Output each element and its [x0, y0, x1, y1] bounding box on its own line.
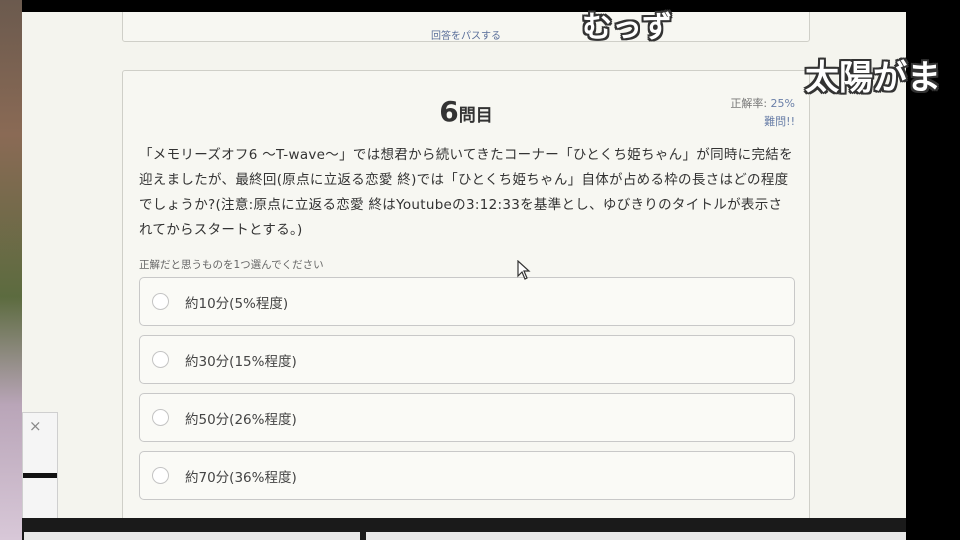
bottom-window-tab: [24, 532, 360, 540]
answer-option-label: 約50分(26%程度): [185, 412, 297, 428]
top-black-bar: [22, 0, 906, 12]
answer-option-label: 約30分(15%程度): [185, 354, 297, 370]
popup-divider: [23, 473, 57, 478]
radio-button-icon[interactable]: [152, 409, 169, 426]
accuracy-label: 正解率:: [730, 97, 768, 110]
radio-button-icon[interactable]: [152, 351, 169, 368]
radio-button-icon[interactable]: [152, 467, 169, 484]
answer-option-3[interactable]: 約50分(26%程度): [139, 393, 795, 442]
radio-button-icon[interactable]: [152, 293, 169, 310]
previous-question-card: 回答をパスする: [122, 12, 810, 42]
question-number: 6: [439, 95, 459, 128]
quiz-page: 回答をパスする 6問目 正解率: 25% 難問!! 「メモリーズオフ6 〜T-w…: [22, 12, 906, 518]
difficulty-badge: 難問!!: [764, 115, 795, 128]
question-card: 6問目 正解率: 25% 難問!! 「メモリーズオフ6 〜T-wave〜」では想…: [122, 70, 810, 518]
bottom-window-tab: [366, 532, 906, 540]
close-icon[interactable]: ×: [29, 417, 42, 435]
danmaku-comment: 太陽がま: [805, 58, 941, 98]
accuracy-info: 正解率: 25% 難問!!: [730, 95, 795, 131]
question-text: 「メモリーズオフ6 〜T-wave〜」では想君から続いてきたコーナー「ひとくち姫…: [139, 147, 793, 238]
answer-option-2[interactable]: 約30分(15%程度): [139, 335, 795, 384]
question-title: 6問目: [123, 95, 809, 128]
stream-background-strip: [0, 0, 22, 540]
mouse-cursor-icon: [517, 260, 531, 280]
answer-option-4[interactable]: 約70分(36%程度): [139, 451, 795, 500]
question-suffix: 問目: [458, 106, 493, 126]
pass-answer-link[interactable]: 回答をパスする: [123, 27, 809, 42]
answer-option-label: 約10分(5%程度): [185, 296, 289, 312]
accuracy-value: 25%: [770, 97, 795, 110]
answer-instruction: 正解だと思うものを1つ選んでください: [139, 259, 324, 271]
popup-window: ×: [22, 412, 58, 520]
answer-option-1[interactable]: 約10分(5%程度): [139, 277, 795, 326]
answer-option-label: 約70分(36%程度): [185, 470, 297, 486]
danmaku-comment: むっず: [582, 10, 672, 45]
